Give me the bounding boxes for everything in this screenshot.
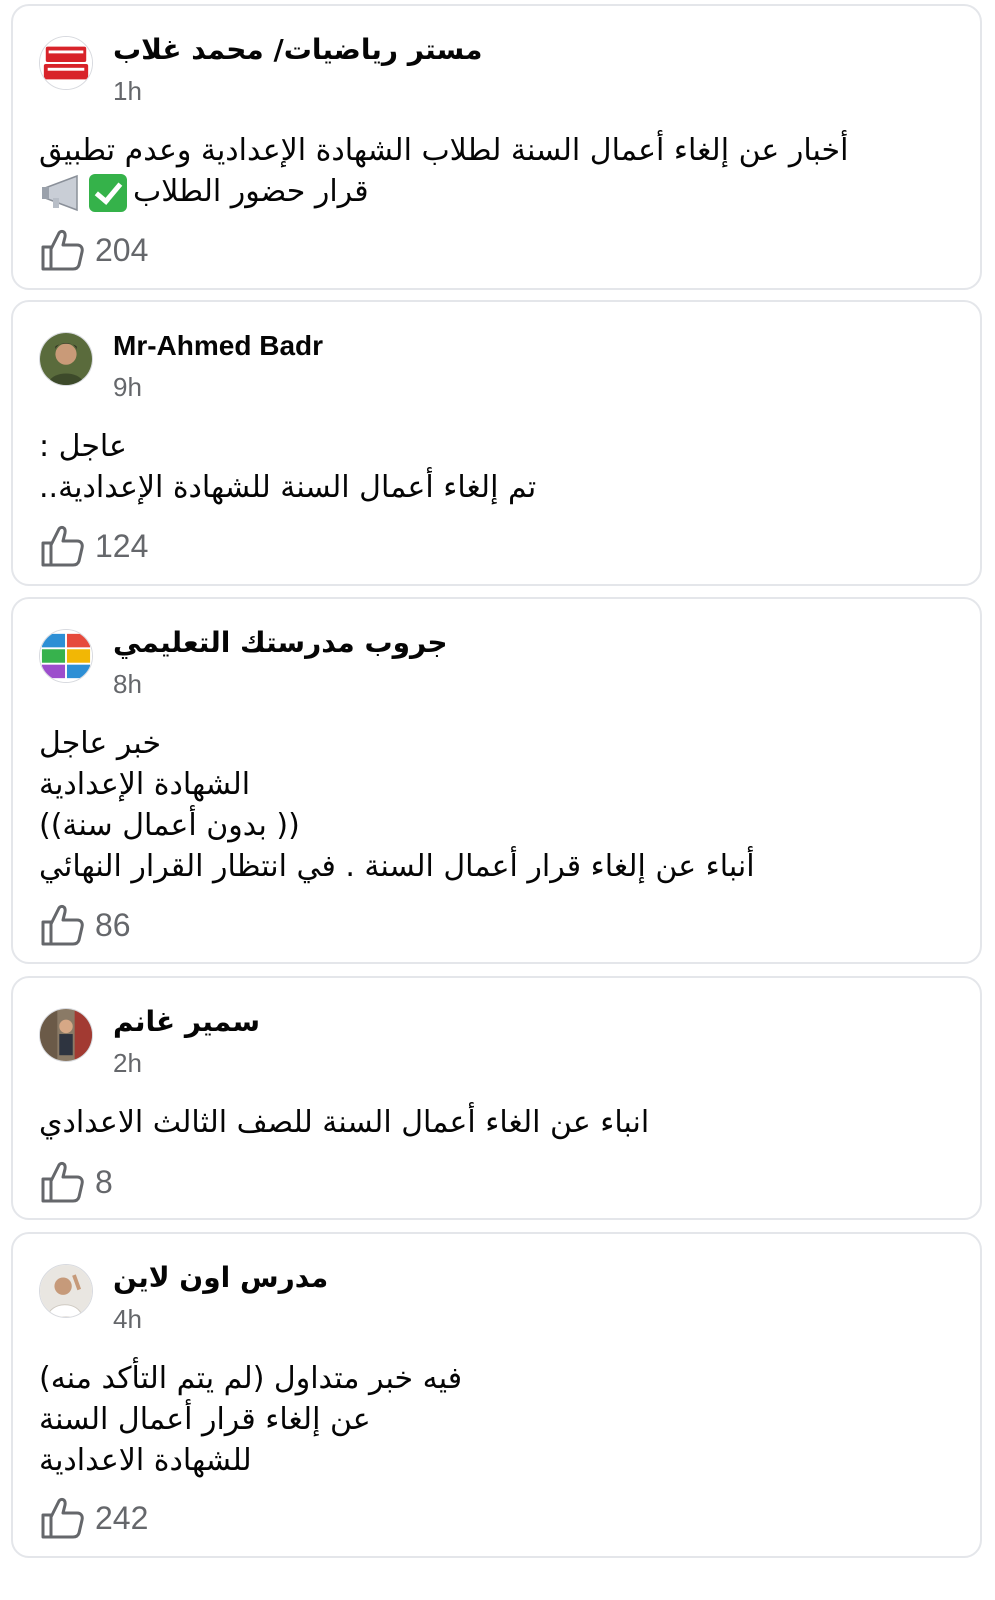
avatar-photo-image — [40, 1265, 92, 1317]
post-text: انباء عن الغاء أعمال السنة للصف الثالث ا… — [39, 1102, 649, 1143]
post-card: مدرس اون لاين 4h فيه خبر متداول (لم يتم … — [11, 1232, 982, 1558]
post-author[interactable]: مدرس اون لاين — [113, 1258, 328, 1298]
post-author[interactable]: مستر رياضيات/ محمد غلاب — [113, 30, 482, 70]
avatar-photo-image — [40, 1009, 92, 1061]
loudspeaker-emoji-icon — [42, 174, 78, 211]
post-card: Mr-Ahmed Badr 9h عاجل : تم إلغاء أعمال ا… — [11, 300, 982, 586]
post-text-line: عاجل : — [39, 429, 127, 464]
post-text-line: فيه خبر متداول (لم يتم التأكد منه) — [39, 1361, 463, 1396]
avatar[interactable] — [39, 36, 93, 90]
post-time[interactable]: 8h — [113, 667, 142, 701]
thumbs-up-icon — [41, 229, 84, 271]
post-time[interactable]: 9h — [113, 370, 142, 404]
avatar[interactable] — [39, 332, 93, 386]
post-text: فيه خبر متداول (لم يتم التأكد منه) عن إل… — [39, 1358, 462, 1481]
check-mark-emoji-icon — [89, 173, 127, 212]
thumbs-up-icon — [41, 1497, 84, 1539]
post-text-line: خبر عاجل — [39, 726, 161, 761]
post-text-line: أخبار عن إلغاء أعمال السنة لطلاب الشهادة… — [39, 133, 849, 168]
like-count: 86 — [95, 906, 131, 943]
avatar[interactable] — [39, 1264, 93, 1318]
post-text-line: للشهادة الاعدادية — [39, 1443, 252, 1478]
like-button[interactable]: 242 — [39, 1494, 148, 1542]
post-text: أخبار عن إلغاء أعمال السنة لطلاب الشهادة… — [39, 130, 848, 212]
post-card: جروب مدرستك التعليمي 8h خبر عاجل الشهادة… — [11, 597, 982, 964]
post-text-segment: قرار حضور الطلاب — [133, 174, 369, 209]
thumbs-up-icon — [41, 1161, 84, 1203]
like-button[interactable]: 8 — [39, 1158, 113, 1206]
thumbs-up-icon — [41, 525, 84, 567]
post-time[interactable]: 1h — [113, 74, 142, 108]
like-count: 242 — [95, 1499, 149, 1536]
like-button[interactable]: 204 — [39, 226, 148, 274]
post-text-line: تم إلغاء أعمال السنة للشهادة الإعدادية.. — [39, 470, 537, 505]
post-text-line: (( بدون أعمال سنة)) — [39, 808, 300, 843]
post-text: عاجل : تم إلغاء أعمال السنة للشهادة الإع… — [39, 426, 536, 508]
avatar[interactable] — [39, 1008, 93, 1062]
post-card: مستر رياضيات/ محمد غلاب 1h أخبار عن إلغا… — [11, 4, 982, 290]
post-card: سمير غانم 2h انباء عن الغاء أعمال السنة … — [11, 976, 982, 1220]
post-text-line: انباء عن الغاء أعمال السنة للصف الثالث ا… — [39, 1105, 650, 1140]
like-count: 124 — [95, 527, 149, 564]
post-author[interactable]: سمير غانم — [113, 1002, 260, 1042]
post-text-line: عن إلغاء قرار أعمال السنة — [39, 1402, 371, 1437]
avatar-logo-image — [40, 37, 92, 89]
like-button[interactable]: 86 — [39, 901, 131, 949]
avatar-photo-image — [40, 333, 92, 385]
post-text: خبر عاجل الشهادة الإعدادية (( بدون أعمال… — [39, 723, 755, 887]
post-author[interactable]: Mr-Ahmed Badr — [113, 326, 323, 366]
like-count: 8 — [95, 1163, 113, 1200]
post-author[interactable]: جروب مدرستك التعليمي — [113, 623, 448, 663]
post-time[interactable]: 4h — [113, 1302, 142, 1336]
avatar-group-image — [40, 630, 92, 682]
thumbs-up-icon — [41, 904, 84, 946]
like-count: 204 — [95, 231, 149, 268]
post-text-line: الشهادة الإعدادية — [39, 767, 251, 802]
post-text-line: قرار حضور الطلاب — [39, 171, 848, 212]
post-text-line: أنباء عن إلغاء قرار أعمال السنة . في انت… — [39, 849, 755, 884]
like-button[interactable]: 124 — [39, 522, 148, 570]
post-time[interactable]: 2h — [113, 1046, 142, 1080]
comments-feed: مستر رياضيات/ محمد غلاب 1h أخبار عن إلغا… — [0, 0, 995, 1600]
avatar[interactable] — [39, 629, 93, 683]
